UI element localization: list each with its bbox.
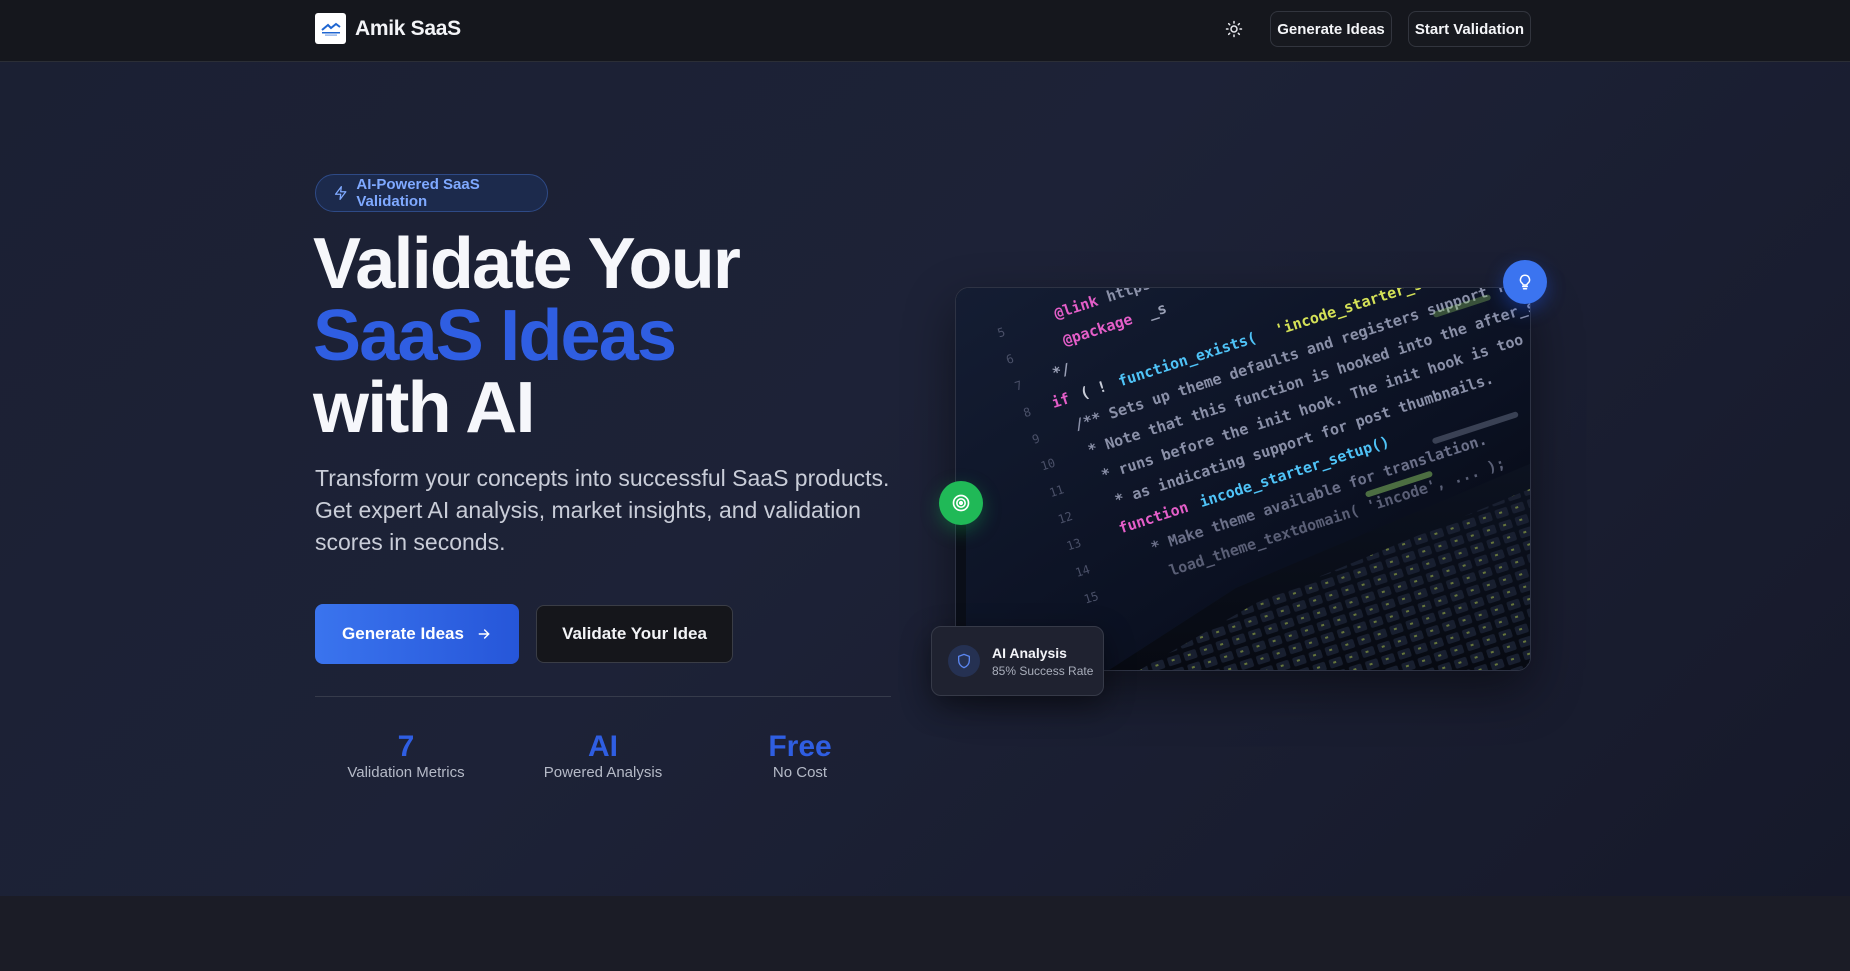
arrow-right-icon: [478, 629, 490, 639]
nav-generate-ideas-button[interactable]: Generate Ideas: [1270, 11, 1392, 47]
code-screen-illustration: @linkhttps://deve @package_s */ if( ! fu…: [956, 288, 1530, 670]
stat-label: Powered Analysis: [543, 764, 663, 781]
lightbulb-badge: [1503, 260, 1547, 304]
headline-line-2: SaaS Ideas: [313, 296, 677, 376]
hero-description: Transform your concepts into successful …: [315, 465, 890, 555]
target-icon: [952, 494, 970, 512]
target-badge: [939, 481, 983, 525]
analysis-success-rate: 85% Success Rate: [992, 663, 1094, 678]
analysis-title: AI Analysis: [992, 644, 1067, 661]
analysis-text: AI Analysis 85% Success Rate: [992, 645, 1093, 678]
stat-label: Validation Metrics: [347, 764, 465, 781]
stat-value: Free: [768, 730, 832, 763]
hero-headline: Validate Your SaaS Ideas with AI: [313, 224, 741, 448]
next-section-band: [0, 896, 1850, 971]
ai-powered-badge: AI-Powered SaaS Validation: [315, 174, 548, 212]
brand-name: Amik SaaS: [355, 16, 461, 40]
headline-line-1: Validate Your: [313, 224, 741, 304]
theme-toggle-button[interactable]: [1222, 17, 1246, 41]
generate-ideas-button[interactable]: Generate Ideas: [315, 604, 519, 664]
stats-divider: [315, 696, 891, 697]
hero-section: [0, 62, 1850, 896]
code-laptop-image: @linkhttps://deve @package_s */ if( ! fu…: [955, 287, 1531, 671]
stat-no-cost: Free No Cost: [710, 730, 890, 781]
sun-icon: [1225, 20, 1243, 38]
generate-ideas-label: Generate Ideas: [342, 624, 464, 643]
stat-validation-metrics: 7 Validation Metrics: [316, 730, 496, 781]
shield-badge: [948, 645, 980, 677]
stat-label: No Cost: [772, 764, 828, 781]
headline-line-3: with AI: [313, 368, 536, 448]
badge-label: AI-Powered SaaS Validation: [356, 176, 480, 210]
shield-icon: [958, 653, 970, 669]
zap-icon: [334, 185, 347, 201]
validate-idea-button[interactable]: Validate Your Idea: [536, 605, 733, 663]
stat-value: AI: [588, 730, 618, 763]
ai-analysis-card: AI Analysis 85% Success Rate: [931, 626, 1104, 696]
lightbulb-icon: [1519, 274, 1531, 290]
logo-icon: [315, 13, 346, 44]
brand-logo[interactable]: Amik SaaS: [315, 13, 461, 44]
stat-powered-analysis: AI Powered Analysis: [513, 730, 693, 781]
stat-value: 7: [397, 730, 415, 763]
top-navbar: Amik SaaS Generate Ideas Start Validatio…: [0, 0, 1850, 62]
nav-start-validation-button[interactable]: Start Validation: [1408, 11, 1531, 47]
